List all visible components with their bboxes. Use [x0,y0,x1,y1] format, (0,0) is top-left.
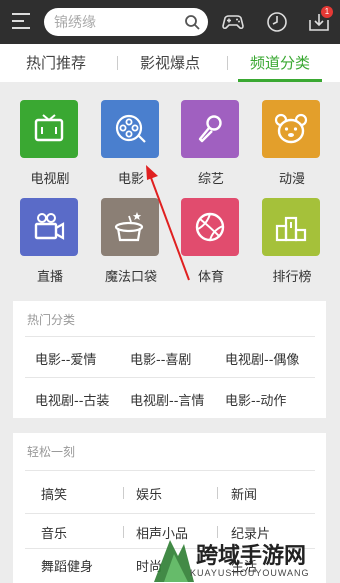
section-title: 轻松一刻 [27,445,76,459]
category-link[interactable]: 娱乐 [136,484,162,503]
divider [123,526,124,538]
divider [25,470,315,471]
channel-tile[interactable] [262,100,320,158]
tab-bar: 热门推荐 影视爆点 频道分类 [0,44,340,83]
channel-anime[interactable]: 动漫 [252,82,332,187]
tab-channel-categories[interactable]: 频道分类 [238,44,322,82]
category-link[interactable]: 搞笑 [41,484,67,503]
tv-icon [34,114,64,142]
divider [217,487,218,499]
channel-label: 直播 [36,270,63,285]
channel-tile[interactable] [101,100,159,158]
channel-tile[interactable] [101,198,159,256]
notification-badge: 1 [321,6,333,18]
film-reel-icon [115,114,146,143]
watermark-subtext: KUAYUSHOUYOUWANG [190,568,310,578]
tab-divider [117,56,118,70]
category-link[interactable]: 电视剧--古装 [35,390,109,409]
microphone-icon [198,115,222,143]
category-link[interactable]: 电视剧--言情 [130,390,204,409]
tab-highlights[interactable]: 影视爆点 [126,44,214,82]
gamepad-icon[interactable] [221,10,245,34]
watermark-text: 跨域手游网 [196,544,307,569]
history-clock-icon[interactable] [265,10,289,34]
category-link[interactable]: 电影--动作 [225,390,286,409]
channel-sports[interactable]: 体育 [171,180,251,285]
search-input[interactable]: 锦绣缘 [44,8,208,36]
category-link[interactable]: 电影--爱情 [35,349,96,368]
category-link[interactable]: 音乐 [41,523,67,542]
bear-icon [274,113,308,144]
divider [25,513,315,514]
channel-tile[interactable] [20,198,78,256]
channel-tv[interactable]: 电视剧 [10,82,90,187]
category-link[interactable]: 新闻 [231,484,257,503]
tab-hot-recommend[interactable]: 热门推荐 [12,44,100,82]
search-placeholder: 锦绣缘 [54,15,96,31]
channel-label: 魔法口袋 [104,270,157,285]
video-camera-icon [34,213,65,240]
channel-tile[interactable] [20,100,78,158]
channel-rankings[interactable]: 排行榜 [252,180,332,285]
menu-icon[interactable] [12,12,32,30]
channel-magic-pocket[interactable]: 魔法口袋 [91,180,171,285]
category-link[interactable]: 电影--喜剧 [130,349,191,368]
channel-tile[interactable] [262,198,320,256]
magic-hat-icon [114,212,144,242]
divider [123,487,124,499]
category-link[interactable]: 舞蹈健身 [41,556,93,575]
divider [25,377,315,378]
ball-icon [195,212,225,242]
channel-tile[interactable] [181,198,239,256]
channel-grid: 电视剧 电影 综艺 动漫 直播 魔法口袋 体育 排行榜 [0,82,340,296]
section-title: 热门分类 [27,313,76,327]
hot-categories-card: 热门分类 电影--爱情 电影--喜剧 电视剧--偶像 电视剧--古装 电视剧--… [13,301,326,418]
search-icon[interactable] [184,14,200,30]
podium-icon [275,216,307,242]
top-bar: 锦绣缘 1 [0,0,340,44]
channel-label: 排行榜 [272,270,312,285]
channel-tile[interactable] [181,100,239,158]
tab-divider [227,56,228,70]
channel-label: 体育 [197,270,224,285]
divider [25,336,315,337]
category-link[interactable]: 电视剧--偶像 [225,349,299,368]
channel-variety[interactable]: 综艺 [171,82,251,187]
channel-live[interactable]: 直播 [10,180,90,285]
channel-movie[interactable]: 电影 [91,82,171,187]
